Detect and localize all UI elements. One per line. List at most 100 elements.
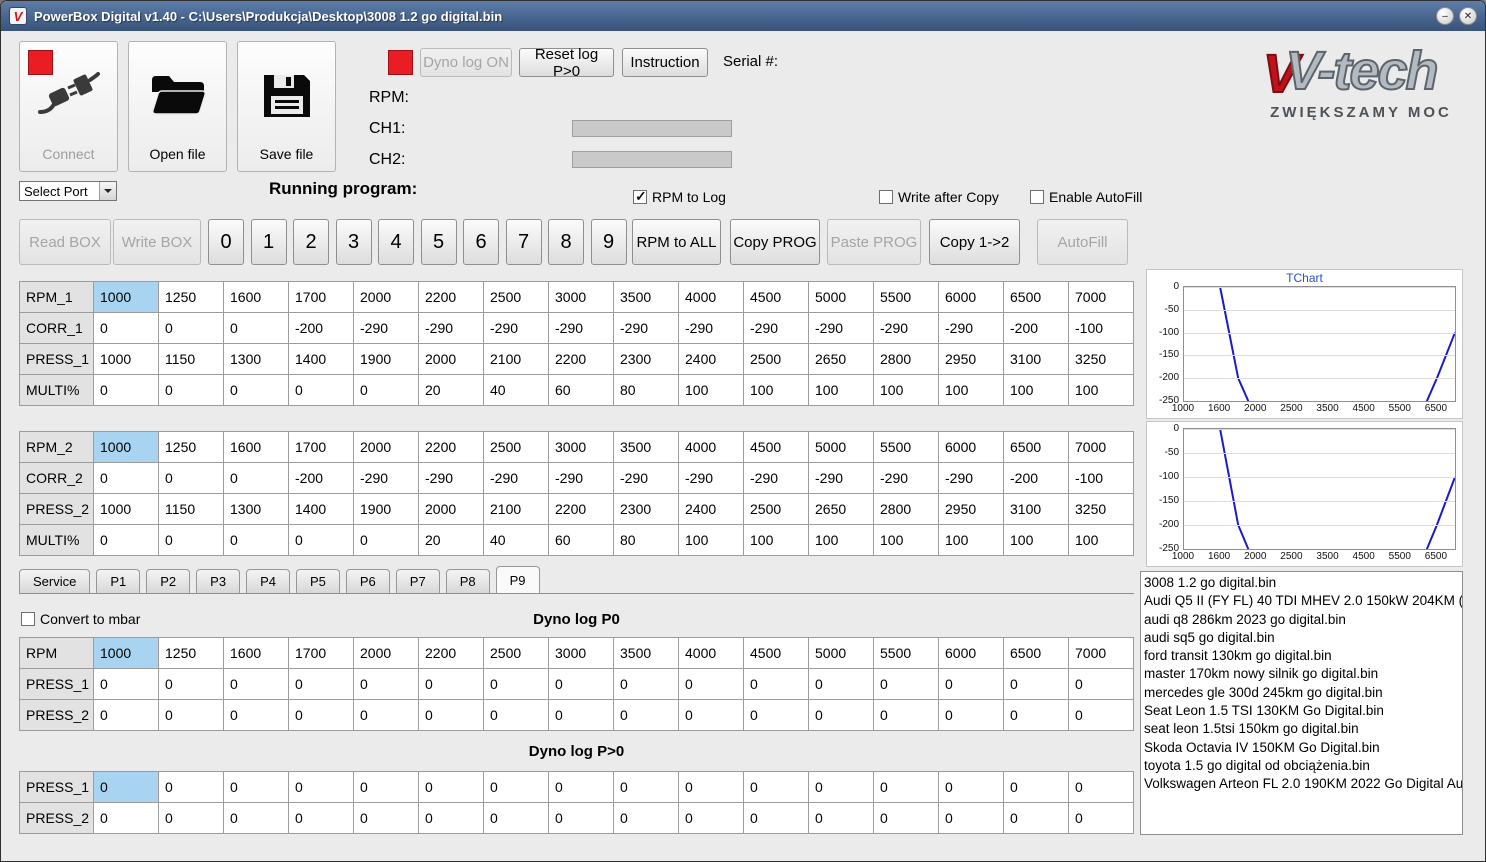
grid-cell[interactable]: 5500 <box>873 281 939 313</box>
grid-cell[interactable]: 1150 <box>158 343 224 375</box>
grid-cell[interactable]: 1700 <box>288 431 354 463</box>
rpm-to-log-checkbox[interactable]: RPM to Log <box>633 188 726 205</box>
grid-cell[interactable]: 2000 <box>353 637 419 669</box>
open-file-button[interactable]: Open file <box>128 41 227 172</box>
file-list-item[interactable]: toyota 1.5 go digital od obciążenia.bin <box>1144 757 1462 775</box>
grid-cell[interactable]: 2200 <box>548 493 614 525</box>
grid-cell[interactable]: 100 <box>808 374 874 406</box>
read-box-button[interactable]: Read BOX <box>19 219 111 265</box>
grid-cell[interactable]: 0 <box>1068 668 1134 700</box>
close-button[interactable]: ✕ <box>1459 7 1477 25</box>
grid-cell[interactable]: 2100 <box>483 343 549 375</box>
program-digit-button-5[interactable]: 5 <box>420 219 457 265</box>
tab-p4[interactable]: P4 <box>246 569 290 593</box>
file-list-item[interactable]: Audi Q5 II (FY FL) 40 TDI MHEV 2.0 150kW… <box>1144 592 1462 610</box>
grid-cell[interactable]: 0 <box>418 699 484 731</box>
tab-p9[interactable]: P9 <box>495 566 540 593</box>
grid-cell[interactable]: 0 <box>158 771 224 803</box>
grid-cell[interactable]: 100 <box>938 524 1004 556</box>
program-digit-button-7[interactable]: 7 <box>505 219 542 265</box>
grid-cell[interactable]: 3500 <box>613 281 679 313</box>
grid-cell[interactable]: 3250 <box>1068 493 1134 525</box>
grid-cell[interactable]: 60 <box>548 524 614 556</box>
grid-cell[interactable]: -290 <box>743 462 809 494</box>
grid-cell[interactable]: 4500 <box>743 637 809 669</box>
grid-cell[interactable]: 0 <box>223 771 289 803</box>
grid-cell[interactable]: 100 <box>743 524 809 556</box>
grid-cell[interactable]: 0 <box>483 668 549 700</box>
grid-cell[interactable]: 100 <box>678 374 744 406</box>
grid-cell[interactable]: 3500 <box>613 637 679 669</box>
grid-cell[interactable]: 0 <box>288 771 354 803</box>
program-digit-button-0[interactable]: 0 <box>208 219 244 265</box>
grid-cell[interactable]: 2200 <box>418 281 484 313</box>
grid-cell[interactable]: 0 <box>1003 771 1069 803</box>
grid-cell[interactable]: 1600 <box>223 637 289 669</box>
grid-cell[interactable]: -290 <box>678 312 744 344</box>
program-digit-button-2[interactable]: 2 <box>293 219 329 265</box>
grid-cell[interactable]: -290 <box>548 312 614 344</box>
grid-cell[interactable]: 7000 <box>1068 637 1134 669</box>
grid-cell[interactable]: -290 <box>353 462 419 494</box>
grid-cell[interactable]: 3100 <box>1003 343 1069 375</box>
grid-cell[interactable]: 0 <box>418 771 484 803</box>
grid-cell[interactable]: 0 <box>223 699 289 731</box>
grid-cell[interactable]: 0 <box>353 802 419 834</box>
grid-cell[interactable]: -100 <box>1068 312 1134 344</box>
grid-cell[interactable]: 40 <box>483 374 549 406</box>
grid-cell[interactable]: 100 <box>873 524 939 556</box>
grid-cell[interactable]: 2000 <box>353 281 419 313</box>
tab-p2[interactable]: P2 <box>146 569 191 593</box>
grid-cell[interactable]: 20 <box>418 524 484 556</box>
grid-cell[interactable]: 2300 <box>613 493 679 525</box>
grid-cell[interactable]: 60 <box>548 374 614 406</box>
grid-cell[interactable]: -290 <box>613 312 679 344</box>
grid-cell[interactable]: 100 <box>1003 374 1069 406</box>
save-file-button[interactable]: Save file <box>237 41 336 172</box>
grid-cell[interactable]: 6000 <box>938 637 1004 669</box>
grid-cell[interactable]: 0 <box>93 312 159 344</box>
grid-cell[interactable]: 2000 <box>353 431 419 463</box>
copy-prog-button[interactable]: Copy PROG <box>730 219 820 265</box>
minimize-button[interactable]: – <box>1436 7 1454 25</box>
grid-cell[interactable]: 2400 <box>678 343 744 375</box>
grid-cell[interactable]: 0 <box>223 462 289 494</box>
reset-log-button[interactable]: Reset log P>0 <box>519 46 614 80</box>
grid-cell[interactable]: 1250 <box>158 431 224 463</box>
grid-cell[interactable]: 20 <box>418 374 484 406</box>
grid-cell[interactable]: 1250 <box>158 637 224 669</box>
grid-cell[interactable]: 7000 <box>1068 431 1134 463</box>
grid-cell[interactable]: 0 <box>678 802 744 834</box>
grid-cell[interactable]: 0 <box>678 771 744 803</box>
grid-cell[interactable]: 0 <box>1003 699 1069 731</box>
program-digit-button-4[interactable]: 4 <box>378 219 414 265</box>
file-list-item[interactable]: master 170km nowy silnik go digital.bin <box>1144 665 1462 683</box>
grid-cell[interactable]: 40 <box>483 524 549 556</box>
grid-cell[interactable]: 0 <box>938 699 1004 731</box>
grid-cell[interactable]: 0 <box>93 374 159 406</box>
grid-cell[interactable]: 6500 <box>1003 431 1069 463</box>
grid-cell[interactable]: 0 <box>873 771 939 803</box>
grid-cell[interactable]: 0 <box>158 668 224 700</box>
grid-cell[interactable]: 7000 <box>1068 281 1134 313</box>
grid-cell[interactable]: 0 <box>613 771 679 803</box>
grid-cell[interactable]: 2650 <box>808 343 874 375</box>
grid-cell[interactable]: 4500 <box>743 281 809 313</box>
grid-cell[interactable]: 0 <box>223 374 289 406</box>
grid-cell[interactable]: 5000 <box>808 431 874 463</box>
instruction-button[interactable]: Instruction <box>622 48 708 77</box>
dyno-log-on-button[interactable]: Dyno log ON <box>420 48 512 77</box>
grid-cell[interactable]: 6500 <box>1003 281 1069 313</box>
grid-cell[interactable]: 0 <box>93 771 159 803</box>
grid-cell[interactable]: 3000 <box>548 431 614 463</box>
rpm-to-all-button[interactable]: RPM to ALL <box>632 219 721 265</box>
grid-cell[interactable]: -290 <box>353 312 419 344</box>
grid-cell[interactable]: 0 <box>418 802 484 834</box>
autofill-button[interactable]: AutoFill <box>1037 219 1128 265</box>
grid-cell[interactable]: 2500 <box>743 343 809 375</box>
program-digit-button-6[interactable]: 6 <box>463 219 499 265</box>
grid-cell[interactable]: 6000 <box>938 281 1004 313</box>
grid-cell[interactable]: 0 <box>353 374 419 406</box>
grid-cell[interactable]: 1700 <box>288 637 354 669</box>
grid-cell[interactable]: 0 <box>548 699 614 731</box>
